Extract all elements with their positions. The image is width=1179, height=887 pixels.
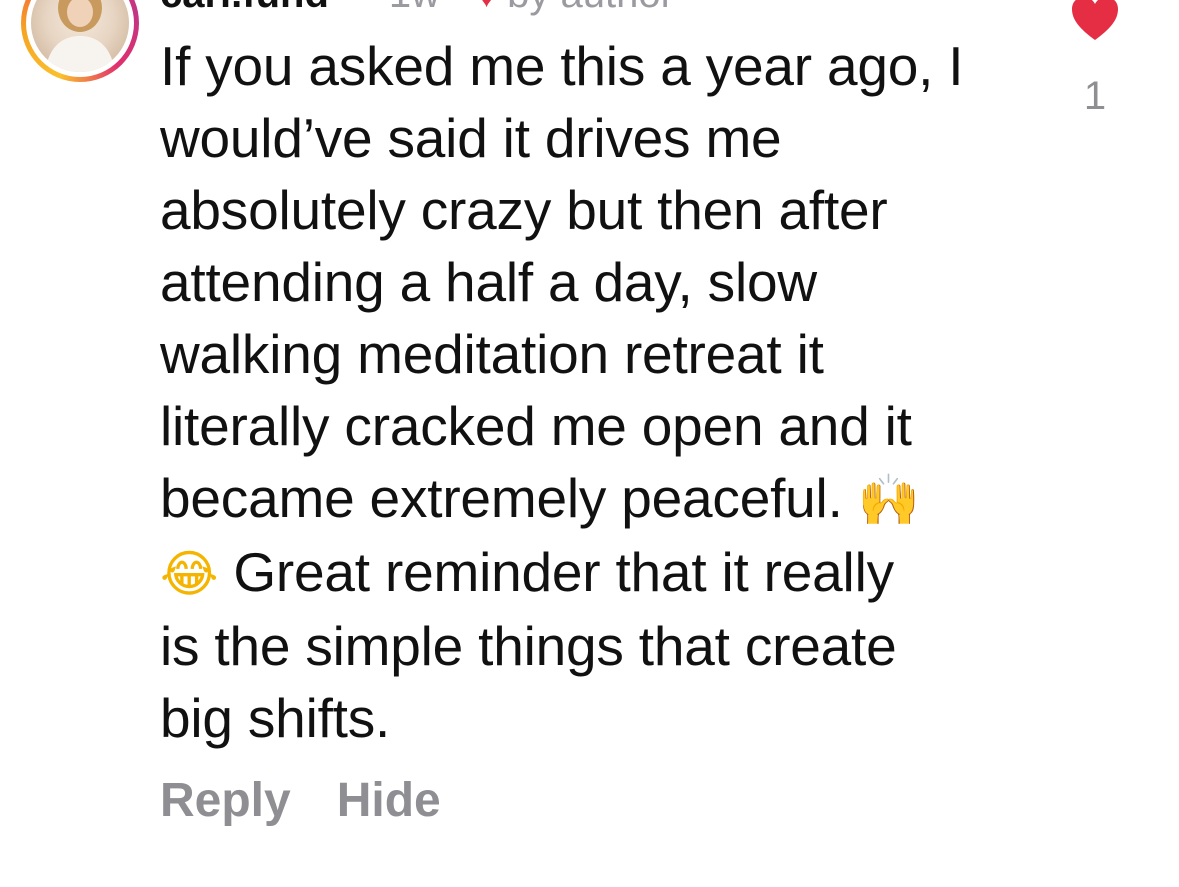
comment-line: literally cracked me open and it bbox=[160, 395, 912, 457]
comment-time: 1w bbox=[389, 0, 440, 16]
avatar-photo bbox=[31, 0, 129, 72]
avatar-ring-gap bbox=[26, 0, 134, 77]
comment-header: cari.fund 1w ♥ by author bbox=[160, 0, 674, 14]
like-button[interactable] bbox=[1070, 0, 1120, 42]
comment-line: is the simple things that create bbox=[160, 615, 897, 677]
comment-text: If you asked me this a year ago, I would… bbox=[160, 30, 1020, 754]
comment-line: attending a half a day, slow bbox=[160, 251, 817, 313]
tears-of-joy-emoji-icon: 😂 bbox=[160, 545, 219, 603]
like-count: 1 bbox=[1083, 74, 1107, 118]
comment-line: absolutely crazy but then after bbox=[160, 179, 888, 241]
avatar[interactable] bbox=[21, 0, 139, 82]
comment-line: If you asked me this a year ago, I bbox=[160, 35, 964, 97]
comment-line-with-emoji: became extremely peaceful. 🙌 bbox=[160, 462, 1020, 536]
heart-icon bbox=[1072, 0, 1118, 40]
comment-actions: Reply Hide bbox=[160, 770, 487, 832]
comment-line: big shifts. bbox=[160, 687, 391, 749]
comment-line-with-emoji: 😂 Great reminder that it really bbox=[160, 536, 1020, 610]
reply-button[interactable]: Reply bbox=[160, 770, 291, 832]
comment-line: would’ve said it drives me bbox=[160, 107, 782, 169]
liked-by-author-label: by author bbox=[507, 0, 674, 16]
comment-line: walking meditation retreat it bbox=[160, 323, 824, 385]
hide-button[interactable]: Hide bbox=[337, 770, 441, 832]
comment-line: became extremely peaceful. bbox=[160, 467, 843, 529]
author-heart-icon: ♥ bbox=[480, 0, 493, 12]
comment-username[interactable]: cari.fund bbox=[160, 0, 329, 16]
avatar-person-icon bbox=[45, 0, 115, 72]
raised-hands-emoji-icon: 🙌 bbox=[857, 471, 920, 529]
comment-line: Great reminder that it really bbox=[233, 541, 894, 603]
